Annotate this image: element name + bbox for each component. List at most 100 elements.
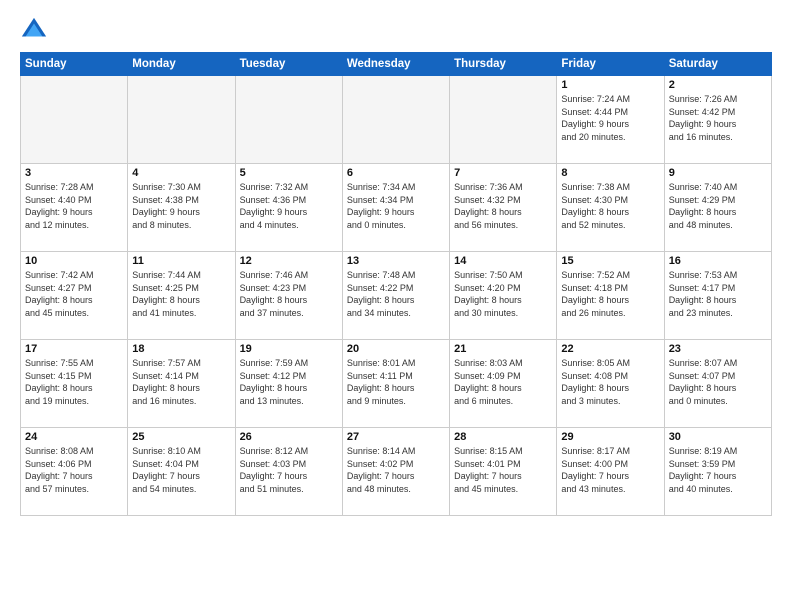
calendar-cell: 26 Sunrise: 8:12 AM Sunset: 4:03 PM Dayli… — [235, 428, 342, 516]
calendar-cell: 1 Sunrise: 7:24 AM Sunset: 4:44 PM Daylig… — [557, 76, 664, 164]
day-number: 12 — [240, 255, 338, 267]
day-info: Sunrise: 8:19 AM Sunset: 3:59 PM Dayligh… — [669, 445, 767, 495]
day-info: Sunrise: 8:17 AM Sunset: 4:00 PM Dayligh… — [561, 445, 659, 495]
day-number: 8 — [561, 167, 659, 179]
day-info: Sunrise: 7:24 AM Sunset: 4:44 PM Dayligh… — [561, 93, 659, 143]
day-number: 14 — [454, 255, 552, 267]
day-info: Sunrise: 7:42 AM Sunset: 4:27 PM Dayligh… — [25, 269, 123, 319]
day-info: Sunrise: 8:05 AM Sunset: 4:08 PM Dayligh… — [561, 357, 659, 407]
day-info: Sunrise: 7:26 AM Sunset: 4:42 PM Dayligh… — [669, 93, 767, 143]
calendar-cell: 15 Sunrise: 7:52 AM Sunset: 4:18 PM Dayli… — [557, 252, 664, 340]
calendar-cell: 19Sunrise: 7:59 AM Sunset: 4:12 PM Dayli… — [235, 340, 342, 428]
weekday-header-friday: Friday — [557, 53, 664, 76]
day-number: 20 — [347, 343, 445, 355]
calendar-cell: 12 Sunrise: 7:46 AM Sunset: 4:23 PM Dayli… — [235, 252, 342, 340]
day-info: Sunrise: 8:15 AM Sunset: 4:01 PM Dayligh… — [454, 445, 552, 495]
day-number: 6 — [347, 167, 445, 179]
weekday-header-monday: Monday — [128, 53, 235, 76]
day-number: 15 — [561, 255, 659, 267]
day-info: Sunrise: 8:14 AM Sunset: 4:02 PM Dayligh… — [347, 445, 445, 495]
calendar-cell: 9Sunrise: 7:40 AM Sunset: 4:29 PM Daylig… — [664, 164, 771, 252]
logo — [20, 16, 52, 44]
day-number: 22 — [561, 343, 659, 355]
day-info: Sunrise: 7:46 AM Sunset: 4:23 PM Dayligh… — [240, 269, 338, 319]
calendar-cell — [128, 76, 235, 164]
calendar-cell: 14 Sunrise: 7:50 AM Sunset: 4:20 PM Dayli… — [450, 252, 557, 340]
day-number: 2 — [669, 79, 767, 91]
day-info: Sunrise: 7:57 AM Sunset: 4:14 PM Dayligh… — [132, 357, 230, 407]
day-number: 7 — [454, 167, 552, 179]
calendar-cell: 2 Sunrise: 7:26 AM Sunset: 4:42 PM Daylig… — [664, 76, 771, 164]
calendar-cell: 17 Sunrise: 7:55 AM Sunset: 4:15 PM Dayli… — [21, 340, 128, 428]
calendar-cell: 13 Sunrise: 7:48 AM Sunset: 4:22 PM Dayli… — [342, 252, 449, 340]
day-info: Sunrise: 7:52 AM Sunset: 4:18 PM Dayligh… — [561, 269, 659, 319]
day-number: 18 — [132, 343, 230, 355]
day-info: Sunrise: 7:44 AM Sunset: 4:25 PM Dayligh… — [132, 269, 230, 319]
day-number: 24 — [25, 431, 123, 443]
calendar-cell: 28 Sunrise: 8:15 AM Sunset: 4:01 PM Dayli… — [450, 428, 557, 516]
day-info: Sunrise: 7:59 AM Sunset: 4:12 PM Dayligh… — [240, 357, 338, 407]
day-info: Sunrise: 7:30 AM Sunset: 4:38 PM Dayligh… — [132, 181, 230, 231]
day-info: Sunrise: 8:12 AM Sunset: 4:03 PM Dayligh… — [240, 445, 338, 495]
weekday-header-wednesday: Wednesday — [342, 53, 449, 76]
calendar-cell — [450, 76, 557, 164]
calendar-cell: 25 Sunrise: 8:10 AM Sunset: 4:04 PM Dayli… — [128, 428, 235, 516]
day-number: 23 — [669, 343, 767, 355]
day-number: 10 — [25, 255, 123, 267]
calendar-cell: 16 Sunrise: 7:53 AM Sunset: 4:17 PM Dayli… — [664, 252, 771, 340]
day-number: 21 — [454, 343, 552, 355]
day-info: Sunrise: 7:53 AM Sunset: 4:17 PM Dayligh… — [669, 269, 767, 319]
calendar-cell — [235, 76, 342, 164]
calendar-cell: 5Sunrise: 7:32 AM Sunset: 4:36 PM Daylig… — [235, 164, 342, 252]
week-row-5: 24 Sunrise: 8:08 AM Sunset: 4:06 PM Dayli… — [21, 428, 772, 516]
calendar-cell — [342, 76, 449, 164]
day-info: Sunrise: 8:01 AM Sunset: 4:11 PM Dayligh… — [347, 357, 445, 407]
calendar-cell: 23 Sunrise: 8:07 AM Sunset: 4:07 PM Dayli… — [664, 340, 771, 428]
calendar: SundayMondayTuesdayWednesdayThursdayFrid… — [20, 52, 772, 516]
day-info: Sunrise: 8:10 AM Sunset: 4:04 PM Dayligh… — [132, 445, 230, 495]
weekday-header-sunday: Sunday — [21, 53, 128, 76]
header — [20, 16, 772, 44]
calendar-cell: 7 Sunrise: 7:36 AM Sunset: 4:32 PM Daylig… — [450, 164, 557, 252]
day-info: Sunrise: 8:07 AM Sunset: 4:07 PM Dayligh… — [669, 357, 767, 407]
day-number: 25 — [132, 431, 230, 443]
day-info: Sunrise: 7:36 AM Sunset: 4:32 PM Dayligh… — [454, 181, 552, 231]
logo-icon — [20, 16, 48, 44]
day-info: Sunrise: 7:55 AM Sunset: 4:15 PM Dayligh… — [25, 357, 123, 407]
day-number: 28 — [454, 431, 552, 443]
day-number: 30 — [669, 431, 767, 443]
day-number: 3 — [25, 167, 123, 179]
calendar-cell: 29Sunrise: 8:17 AM Sunset: 4:00 PM Dayli… — [557, 428, 664, 516]
calendar-cell: 11Sunrise: 7:44 AM Sunset: 4:25 PM Dayli… — [128, 252, 235, 340]
day-number: 13 — [347, 255, 445, 267]
day-info: Sunrise: 7:48 AM Sunset: 4:22 PM Dayligh… — [347, 269, 445, 319]
day-info: Sunrise: 7:38 AM Sunset: 4:30 PM Dayligh… — [561, 181, 659, 231]
day-number: 26 — [240, 431, 338, 443]
calendar-cell: 18 Sunrise: 7:57 AM Sunset: 4:14 PM Dayli… — [128, 340, 235, 428]
week-row-2: 3 Sunrise: 7:28 AM Sunset: 4:40 PM Daylig… — [21, 164, 772, 252]
day-info: Sunrise: 7:34 AM Sunset: 4:34 PM Dayligh… — [347, 181, 445, 231]
calendar-cell: 20 Sunrise: 8:01 AM Sunset: 4:11 PM Dayli… — [342, 340, 449, 428]
day-number: 27 — [347, 431, 445, 443]
day-number: 5 — [240, 167, 338, 179]
day-number: 4 — [132, 167, 230, 179]
weekday-header-row: SundayMondayTuesdayWednesdayThursdayFrid… — [21, 53, 772, 76]
calendar-cell: 27 Sunrise: 8:14 AM Sunset: 4:02 PM Dayli… — [342, 428, 449, 516]
weekday-header-saturday: Saturday — [664, 53, 771, 76]
day-info: Sunrise: 7:50 AM Sunset: 4:20 PM Dayligh… — [454, 269, 552, 319]
day-number: 1 — [561, 79, 659, 91]
page: SundayMondayTuesdayWednesdayThursdayFrid… — [0, 0, 792, 612]
weekday-header-thursday: Thursday — [450, 53, 557, 76]
day-number: 16 — [669, 255, 767, 267]
calendar-cell — [21, 76, 128, 164]
day-info: Sunrise: 7:28 AM Sunset: 4:40 PM Dayligh… — [25, 181, 123, 231]
day-info: Sunrise: 7:40 AM Sunset: 4:29 PM Dayligh… — [669, 181, 767, 231]
calendar-cell: 6 Sunrise: 7:34 AM Sunset: 4:34 PM Daylig… — [342, 164, 449, 252]
day-info: Sunrise: 8:08 AM Sunset: 4:06 PM Dayligh… — [25, 445, 123, 495]
day-number: 17 — [25, 343, 123, 355]
weekday-header-tuesday: Tuesday — [235, 53, 342, 76]
calendar-cell: 24 Sunrise: 8:08 AM Sunset: 4:06 PM Dayli… — [21, 428, 128, 516]
calendar-cell: 30 Sunrise: 8:19 AM Sunset: 3:59 PM Dayli… — [664, 428, 771, 516]
week-row-4: 17 Sunrise: 7:55 AM Sunset: 4:15 PM Dayli… — [21, 340, 772, 428]
day-info: Sunrise: 8:03 AM Sunset: 4:09 PM Dayligh… — [454, 357, 552, 407]
